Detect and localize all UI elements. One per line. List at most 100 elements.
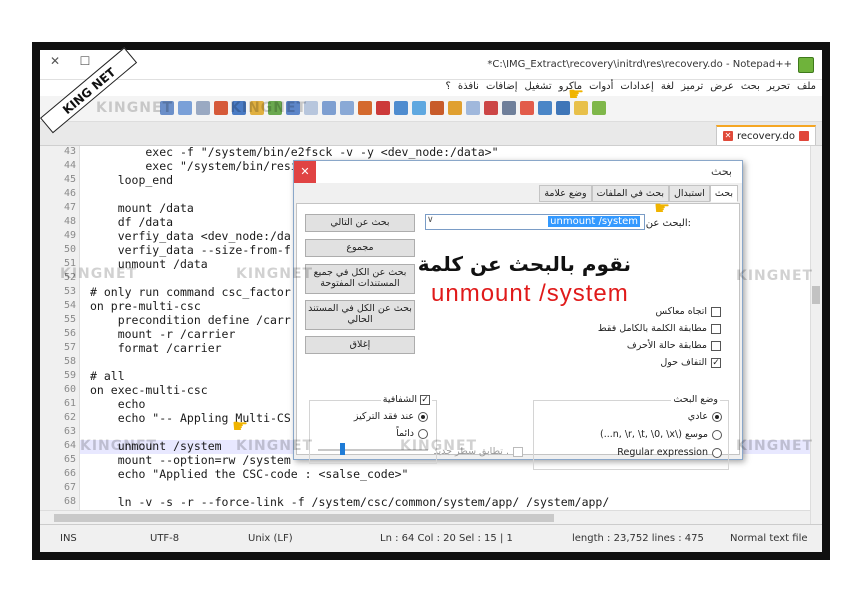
count-button[interactable]: مجموع (305, 239, 415, 257)
redo-icon[interactable] (412, 101, 426, 115)
menu-file[interactable]: ملف (797, 81, 816, 92)
record-macro-icon[interactable] (214, 101, 228, 115)
status-cursor-position: Ln : 64 Col : 20 Sel : 15 | 1 (380, 533, 513, 544)
whole-word-checkbox[interactable]: مطابقة الكلمة بالكامل فقط (598, 323, 721, 334)
dialog-close-icon[interactable]: ✕ (294, 161, 316, 183)
radio-selected-icon (418, 411, 428, 422)
notepadpp-window: ✕ ☐ — *C:\IMG_Extract\recovery\initrd\re… (40, 50, 822, 552)
close-all-icon[interactable] (520, 101, 534, 115)
watermark: KINGNET (736, 438, 814, 454)
menu-edit[interactable]: تحرير (767, 81, 790, 92)
new-file-icon[interactable] (592, 101, 606, 115)
code-line: on pre-multi-csc (90, 299, 201, 313)
paste-icon[interactable] (448, 101, 462, 115)
chevron-down-icon[interactable]: ∨ (427, 215, 434, 225)
check-icon: ✓ (711, 357, 721, 368)
match-case-checkbox[interactable]: مطابقة حالة الأحرف (627, 340, 721, 351)
horizontal-scrollbar[interactable] (40, 510, 810, 524)
undo-icon[interactable] (430, 101, 444, 115)
checkbox-label: اتجاه معاكس (655, 306, 707, 317)
find-icon[interactable] (394, 101, 408, 115)
close-window-button[interactable]: ✕ (44, 54, 66, 68)
vertical-scroll-thumb[interactable] (812, 286, 820, 304)
menu-encoding[interactable]: ترميز (681, 81, 703, 92)
mode-normal-radio[interactable]: عادي (688, 411, 722, 422)
menu-search[interactable]: بحث (741, 81, 760, 92)
horizontal-scroll-thumb[interactable] (54, 514, 554, 522)
tab-replace[interactable]: استبدال (669, 185, 710, 202)
code-line: echo (90, 397, 146, 411)
maximize-button[interactable]: ☐ (74, 54, 96, 68)
menu-language[interactable]: لغة (661, 81, 674, 92)
menu-plugins[interactable]: إضافات (486, 81, 518, 92)
code-line: mount --option=rw /system (90, 453, 291, 467)
code-line: mount -r /carrier (90, 327, 236, 341)
menu-help[interactable]: ؟ (446, 81, 451, 92)
checkbox-box (711, 340, 721, 351)
cut-icon[interactable] (484, 101, 498, 115)
dialog-title: بحث (711, 165, 732, 178)
line-number: 58 (63, 356, 76, 367)
line-number: 63 (63, 426, 76, 437)
code-line: verfiy_data <dev_node:/da (90, 229, 291, 243)
find-all-current-doc-button[interactable]: بحث عن الكل في المستند الحالي (305, 300, 415, 330)
status-length: length : 23,752 lines : 475 (572, 533, 704, 544)
check-icon: ✓ (420, 394, 430, 405)
on-lose-focus-radio[interactable]: عند فقد التركيز (354, 411, 428, 422)
tab-find[interactable]: بحث (709, 185, 738, 202)
reverse-direction-checkbox[interactable]: اتجاه معاكس (655, 306, 721, 317)
tab-mark[interactable]: وضع علامة (539, 185, 592, 202)
transparency-checkbox[interactable]: الشفافية ✓ (380, 394, 432, 405)
menu-window[interactable]: نافذة (458, 81, 479, 92)
find-what-input[interactable]: unmount /system (425, 214, 645, 230)
zoom-in-icon[interactable] (322, 101, 336, 115)
line-number: 49 (63, 230, 76, 241)
sync-scroll-icon[interactable] (358, 101, 372, 115)
print-icon[interactable] (502, 101, 516, 115)
replace-icon[interactable] (376, 101, 390, 115)
radio-selected-icon (712, 411, 722, 422)
dialog-tabs: وضع علامة بحث في الملفات استبدال بحث (539, 185, 738, 202)
line-number: 68 (63, 496, 76, 507)
code-line: precondition define /carr (90, 313, 291, 327)
hand-pointer-icon: ☛ (654, 198, 671, 219)
title-bar: ✕ ☐ — *C:\IMG_Extract\recovery\initrd\re… (40, 50, 822, 80)
find-all-open-docs-button[interactable]: بحث عن الكل في جميع المستندات المفتوحة (305, 264, 415, 294)
tab-bar: ✕ recovery.do (40, 122, 822, 146)
tab-recovery-do[interactable]: ✕ recovery.do (716, 125, 816, 145)
wrap-around-checkbox[interactable]: ✓ التفاف حول (660, 357, 721, 368)
status-file-type: Normal text file (730, 533, 808, 544)
mode-extended-radio[interactable]: موسع (\n, \r, \t, \0, \x...) (600, 429, 722, 440)
find-dialog: ✕ بحث وضع علامة بحث في الملفات استبدال ب… (293, 160, 743, 470)
annotation-arabic: نقوم بالبحث عن كلمة (417, 252, 631, 276)
code-line: verfiy_data --size-from-f (90, 243, 291, 257)
save-all-icon[interactable] (538, 101, 552, 115)
menu-view[interactable]: عرض (710, 81, 734, 92)
menu-tools[interactable]: أدوات (589, 81, 613, 92)
close-button[interactable]: إغلاق (305, 336, 415, 354)
watermark: KINGNET (60, 266, 138, 282)
tab-label: recovery.do (737, 130, 795, 142)
status-bar: INS UTF-8 Unix (LF) Ln : 64 Col : 20 Sel… (40, 524, 822, 552)
find-what-label: البحث عن: (645, 218, 691, 229)
menu-settings[interactable]: إعدادات (620, 81, 653, 92)
menu-run[interactable]: تشغيل (525, 81, 552, 92)
checkbox-box (711, 323, 721, 334)
find-next-button[interactable]: بحث عن التالي (305, 214, 415, 232)
copy-icon[interactable] (466, 101, 480, 115)
indent-guide-icon[interactable] (196, 101, 210, 115)
radio-label: Regular expression (617, 447, 708, 458)
zoom-out-icon[interactable] (340, 101, 354, 115)
transparency-slider-thumb[interactable] (340, 443, 345, 455)
vertical-scrollbar[interactable] (810, 146, 822, 524)
hand-pointer-icon: ☛ (232, 416, 249, 437)
hand-pointer-icon: ☛ (568, 84, 585, 105)
search-mode-group: وضع البحث عادي موسع (\n, \r, \t, \0, \x.… (533, 394, 729, 470)
checkbox-box (711, 306, 721, 317)
line-number: 62 (63, 412, 76, 423)
find-what-value: unmount /system (548, 216, 640, 227)
monitor-icon[interactable] (178, 101, 192, 115)
mode-regex-radio[interactable]: Regular expression (617, 447, 722, 458)
tab-close-icon[interactable]: ✕ (723, 131, 734, 141)
transparency-label: الشفافية (382, 394, 417, 405)
